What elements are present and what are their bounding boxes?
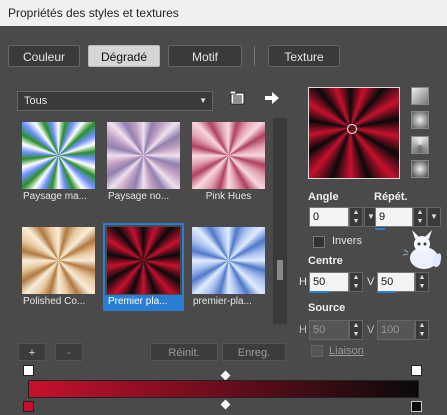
source-h-spinner[interactable]: ▲ ▼ bbox=[349, 320, 363, 340]
repeat-label: Répét. bbox=[374, 191, 408, 203]
apply-arrow-icon[interactable] bbox=[265, 92, 279, 104]
gradient-label: Pink Hues bbox=[205, 191, 252, 202]
centre-label: Centre bbox=[308, 255, 343, 267]
source-h-label: H bbox=[299, 324, 307, 336]
gradient-thumb-paysage-ma[interactable]: Paysage ma... bbox=[20, 120, 97, 204]
gradient-label: Paysage no... bbox=[108, 191, 170, 202]
sunburst-style-icon[interactable] bbox=[411, 136, 429, 154]
gradient-stop-start-top[interactable] bbox=[23, 365, 34, 376]
radial-style-icon[interactable] bbox=[411, 160, 429, 178]
rectangular-style-icon[interactable] bbox=[411, 111, 429, 129]
centre-v-label: V bbox=[367, 276, 375, 288]
link-checkbox[interactable] bbox=[311, 345, 323, 357]
add-button[interactable]: + bbox=[18, 343, 46, 361]
centre-v-slider[interactable] bbox=[377, 291, 396, 293]
tab-texture[interactable]: Texture bbox=[268, 45, 340, 67]
gradient-thumb-premier-pla-alt[interactable]: premier-pla... bbox=[190, 225, 267, 309]
gradient-stop-start[interactable] bbox=[23, 401, 34, 412]
reset-button[interactable]: Réinit. bbox=[150, 343, 218, 361]
gradient-list-scrollbar[interactable] bbox=[273, 118, 287, 324]
angle-spinner[interactable]: ▲ ▼ bbox=[349, 207, 363, 227]
remove-button[interactable]: - bbox=[55, 343, 83, 361]
gradient-thumb-polished-co[interactable]: Polished Co... bbox=[20, 225, 97, 309]
centre-h-input[interactable]: 50 bbox=[309, 272, 349, 292]
centre-v-spinner[interactable]: ▲ ▼ bbox=[415, 272, 429, 292]
centre-h-label: H bbox=[299, 276, 307, 288]
tab-couleur[interactable]: Couleur bbox=[8, 45, 80, 67]
centre-v-input[interactable]: 50 bbox=[377, 272, 415, 292]
angle-input[interactable]: 0 bbox=[309, 207, 349, 227]
gradient-preview bbox=[22, 227, 95, 294]
repeat-spinner[interactable]: ▲ ▼ bbox=[413, 207, 427, 227]
gradient-stop-end-top[interactable] bbox=[411, 365, 422, 376]
gradient-preview bbox=[107, 227, 180, 294]
tab-motif[interactable]: Motif bbox=[168, 45, 242, 67]
gradient-midpoint-top[interactable] bbox=[220, 370, 231, 381]
category-dropdown[interactable]: Tous ▼ bbox=[17, 91, 213, 111]
invert-checkbox[interactable] bbox=[313, 236, 325, 248]
gradient-label: Premier pla... bbox=[105, 295, 182, 309]
scrollbar-thumb[interactable] bbox=[277, 260, 283, 280]
repeat-slider[interactable] bbox=[375, 228, 385, 230]
centre-marker[interactable] bbox=[347, 124, 357, 134]
source-v-input[interactable]: 100 bbox=[377, 320, 415, 340]
gradient-preview bbox=[22, 122, 95, 189]
gradient-label: Paysage ma... bbox=[23, 191, 87, 202]
centre-h-slider[interactable] bbox=[309, 291, 329, 293]
window-title: Propriétés des styles et textures bbox=[8, 6, 179, 20]
gradient-thumb-paysage-no[interactable]: Paysage no... bbox=[105, 120, 182, 204]
gradient-preview-large[interactable] bbox=[308, 87, 400, 179]
source-v-label: V bbox=[367, 324, 375, 336]
category-selected: Tous bbox=[24, 95, 48, 107]
window-title-bar: Propriétés des styles et textures bbox=[0, 0, 447, 26]
mascot-fox-icon bbox=[402, 230, 444, 274]
source-label: Source bbox=[308, 302, 346, 314]
repeat-input[interactable]: 9 bbox=[375, 207, 413, 227]
browse-icon[interactable] bbox=[229, 90, 246, 105]
source-h-input[interactable]: 50 bbox=[309, 320, 349, 340]
invert-label: Invers bbox=[332, 235, 362, 247]
gradient-preview bbox=[107, 122, 180, 189]
linear-style-icon[interactable] bbox=[411, 87, 429, 105]
tab-degrade[interactable]: Dégradé bbox=[88, 45, 160, 67]
gradient-stop-end[interactable] bbox=[411, 401, 422, 412]
gradient-preview bbox=[192, 227, 265, 294]
save-button[interactable]: Enreg. bbox=[222, 343, 286, 361]
repeat-dropdown[interactable]: ▼ bbox=[427, 207, 441, 227]
gradient-thumb-pink-hues[interactable]: Pink Hues bbox=[190, 120, 267, 204]
gradient-midpoint-bottom[interactable] bbox=[220, 399, 231, 410]
gradient-bar[interactable] bbox=[28, 380, 419, 398]
chevron-down-icon: ▼ bbox=[199, 96, 207, 105]
gradient-label: Polished Co... bbox=[23, 296, 86, 307]
source-v-spinner[interactable]: ▲ ▼ bbox=[415, 320, 429, 340]
centre-h-spinner[interactable]: ▲ ▼ bbox=[349, 272, 363, 292]
angle-label: Angle bbox=[308, 191, 339, 203]
tab-divider bbox=[254, 46, 255, 66]
gradient-thumb-premier-pla[interactable]: Premier pla... bbox=[103, 223, 184, 311]
link-label: Liaison bbox=[329, 345, 364, 357]
gradient-label: premier-pla... bbox=[193, 296, 252, 307]
gradient-preview bbox=[192, 122, 265, 189]
